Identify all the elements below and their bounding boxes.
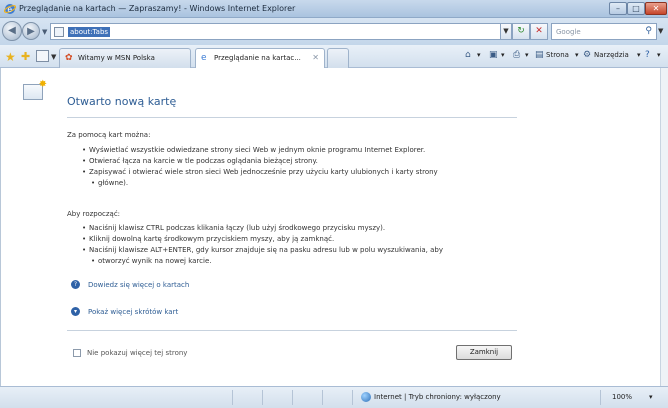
status-segment [352, 390, 353, 405]
tools-gear-icon: ⚙ [583, 50, 592, 60]
page-menu-button[interactable]: Strona [546, 51, 569, 59]
page-content: ✸ Otwarto nową kartę Za pomocą kart możn… [0, 68, 660, 386]
list-item-continuation: główne). [91, 178, 128, 188]
status-bar: Internet | Tryb chroniony: wyłączony 100… [0, 386, 668, 408]
msn-butterfly-icon: ✿ [65, 53, 73, 63]
close-tab-icon[interactable]: ✕ [312, 53, 319, 62]
feeds-dropdown[interactable]: ▾ [501, 51, 505, 59]
list-item: Naciśnij klawisz CTRL podczas klikania ł… [82, 223, 385, 233]
home-icon[interactable]: ⌂ [465, 50, 471, 60]
zoom-level[interactable]: 100% [612, 393, 632, 401]
expand-icon: ▾ [71, 307, 80, 316]
quick-tabs-icon[interactable] [36, 50, 49, 62]
status-segment [600, 390, 601, 405]
add-favorites-icon[interactable]: ✚ [21, 50, 30, 63]
refresh-icon: ↻ [517, 26, 525, 36]
stop-button[interactable]: ✕ [530, 23, 548, 40]
page-menu-dropdown[interactable]: ▾ [575, 51, 579, 59]
address-url[interactable]: about:Tabs [68, 27, 111, 37]
tools-menu-button[interactable]: Narzędzia [594, 51, 629, 59]
security-zone-text[interactable]: Internet | Tryb chroniony: wyłączony [374, 393, 501, 401]
help-info-icon: ? [71, 280, 80, 289]
close-icon: ✕ [652, 4, 660, 13]
tab-tabbed-browsing[interactable]: e Przeglądanie na kartac... ✕ [195, 48, 325, 69]
tools-menu-dropdown[interactable]: ▾ [637, 51, 641, 59]
help-icon[interactable]: ? [645, 50, 650, 60]
title-bar: e Przeglądanie na kartach — Zapraszamy! … [0, 0, 668, 18]
dont-show-label: Nie pokazuj więcej tej strony [87, 349, 188, 357]
section2-title: Aby rozpocząć: [67, 210, 121, 218]
refresh-button[interactable]: ↻ [512, 23, 530, 40]
new-tab-icon: ✸ [23, 79, 47, 100]
sparkle-icon: ✸ [38, 79, 47, 90]
tab-list-dropdown[interactable]: ▼ [51, 53, 56, 61]
address-dropdown-button[interactable]: ▼ [500, 23, 512, 40]
page-heading: Otwarto nową kartę [67, 95, 177, 108]
back-arrow-icon: ◀ [8, 25, 16, 36]
maximize-icon: □ [632, 4, 640, 13]
divider [67, 117, 517, 118]
new-tab-button[interactable] [327, 48, 349, 68]
search-options-dropdown[interactable]: ▼ [658, 27, 663, 35]
learn-more-link-text[interactable]: Dowiedz się więcej o kartach [88, 281, 189, 289]
stop-icon: ✕ [535, 26, 543, 36]
tab-bar: ★ ✚ ▼ ✿ Witamy w MSN Polska e Przeglądan… [0, 45, 668, 69]
zoom-dropdown[interactable]: ▾ [649, 393, 653, 401]
list-item: Otwierać łącza na karcie w tle podczas o… [82, 156, 318, 166]
home-dropdown[interactable]: ▾ [477, 51, 481, 59]
shortcuts-link-text[interactable]: Pokaż więcej skrótów kart [88, 308, 178, 316]
tab-msn[interactable]: ✿ Witamy w MSN Polska [59, 48, 191, 68]
tab-label: Przeglądanie na kartac... [214, 54, 301, 62]
status-segment [232, 390, 233, 405]
address-row: ◀ ▶ ▼ about:Tabs ▼ ↻ ✕ Google ⚲ ▼ [0, 18, 668, 45]
page-icon [54, 27, 64, 37]
list-item: Kliknij dowolną kartę środkowym przycisk… [82, 234, 334, 244]
close-page-button[interactable]: Zamknij [456, 345, 512, 360]
list-item-continuation: otworzyć wynik na nowej karcie. [91, 256, 212, 266]
ie-logo-icon: e [4, 4, 16, 14]
print-dropdown[interactable]: ▾ [525, 51, 529, 59]
recent-pages-dropdown[interactable]: ▼ [42, 28, 47, 36]
page-menu-icon: ▤ [535, 50, 544, 60]
status-segment [262, 390, 263, 405]
tab-label: Witamy w MSN Polska [78, 54, 155, 62]
print-icon[interactable]: ⎙ [513, 50, 520, 60]
minimize-icon: – [616, 4, 620, 13]
search-icon[interactable]: ⚲ [645, 26, 652, 36]
address-bar[interactable]: about:Tabs [50, 23, 502, 40]
search-placeholder: Google [556, 28, 581, 36]
close-window-button[interactable]: ✕ [645, 2, 667, 15]
maximize-button[interactable]: □ [627, 2, 645, 15]
forward-arrow-icon: ▶ [27, 26, 35, 37]
divider [67, 330, 517, 331]
favorites-star-icon[interactable]: ★ [5, 50, 16, 64]
section1-title: Za pomocą kart można: [67, 131, 151, 139]
help-dropdown[interactable]: ▾ [657, 51, 661, 59]
internet-zone-icon [361, 392, 371, 402]
list-item: Zapisywać i otwierać wiele stron sieci W… [82, 167, 438, 177]
back-button[interactable]: ◀ [2, 21, 22, 41]
ie-page-icon: e [201, 53, 207, 63]
svg-text:e: e [7, 5, 12, 14]
dont-show-checkbox[interactable] [73, 349, 81, 357]
minimize-button[interactable]: – [609, 2, 627, 15]
list-item: Naciśnij klawisze ALT+ENTER, gdy kursor … [82, 245, 443, 255]
window-title: Przeglądanie na kartach — Zapraszamy! - … [19, 4, 296, 13]
search-box[interactable]: Google ⚲ [551, 23, 657, 40]
feeds-icon[interactable]: ▣ [489, 50, 498, 60]
forward-button[interactable]: ▶ [22, 22, 40, 40]
status-segment [322, 390, 323, 405]
status-segment [292, 390, 293, 405]
list-item: Wyświetlać wszystkie odwiedzane strony s… [82, 145, 425, 155]
vertical-scrollbar[interactable] [660, 68, 668, 386]
